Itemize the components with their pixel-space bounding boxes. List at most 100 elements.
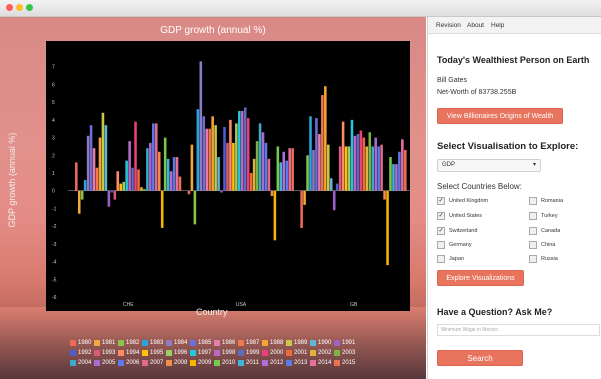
bar — [205, 128, 209, 191]
bar — [386, 190, 389, 266]
y-axis-label: GDP growth (annual %) — [7, 132, 17, 228]
search-button[interactable]: Search — [437, 350, 523, 366]
minimize-window-icon[interactable] — [16, 4, 23, 11]
bar — [246, 118, 250, 191]
legend-item: 1986 — [214, 340, 235, 346]
y-tick-label: -3 — [52, 242, 57, 248]
chevron-down-icon: ▾ — [532, 162, 536, 168]
legend-label: 1982 — [126, 340, 140, 346]
checkbox-box[interactable] — [437, 241, 445, 249]
chart-title: GDP growth (annual %) — [160, 25, 266, 36]
bar — [137, 169, 140, 191]
explore-title: Select Visualisation to Explore: — [437, 141, 579, 152]
bar — [140, 187, 143, 191]
legend-label: 2008 — [174, 360, 188, 366]
bar — [392, 164, 395, 191]
checkbox-box[interactable] — [529, 227, 537, 235]
legend-swatch — [262, 350, 268, 356]
legend-item: 1985 — [190, 340, 211, 346]
checkbox-turkey[interactable]: Turkey — [529, 212, 558, 220]
bar — [166, 158, 170, 191]
checkbox-box[interactable]: ✓ — [437, 197, 445, 205]
legend-swatch — [166, 340, 172, 346]
bar — [300, 190, 303, 228]
menu-about[interactable]: About — [467, 22, 484, 29]
menu-revision[interactable]: Revision — [436, 22, 461, 29]
bar — [321, 95, 324, 191]
legend-swatch — [262, 340, 268, 346]
legend-item: 2005 — [94, 360, 115, 366]
bar — [282, 151, 286, 191]
checkbox-russia[interactable]: Russia — [529, 255, 558, 263]
y-tick-label: 4 — [52, 118, 55, 124]
view-origins-button[interactable]: View Billionaires Origins of Wealth — [437, 108, 563, 124]
bar — [252, 158, 256, 191]
legend-item: 2002 — [310, 350, 331, 356]
legend-swatch — [214, 340, 220, 346]
legend-label: 1985 — [198, 340, 212, 346]
checkbox-romania[interactable]: Romania — [529, 197, 563, 205]
checkbox-box[interactable]: ✓ — [437, 212, 445, 220]
checkbox-switzerland[interactable]: ✓ Switzerland — [437, 227, 477, 235]
legend-item: 1995 — [142, 350, 163, 356]
legend-swatch — [310, 350, 316, 356]
legend-label: 1994 — [126, 350, 140, 356]
bar — [332, 190, 336, 211]
bar — [143, 188, 146, 191]
bar — [324, 86, 327, 191]
checkbox-china[interactable]: China — [529, 241, 555, 249]
bar — [329, 178, 333, 191]
y-tick-label: -5 — [52, 277, 57, 283]
legend-label: 1987 — [246, 340, 260, 346]
checkbox-box[interactable] — [529, 255, 537, 263]
bar — [208, 128, 211, 191]
explore-visualizations-button[interactable]: Explore Visualizations — [437, 270, 524, 286]
select-value: GDP — [442, 162, 456, 168]
checkbox-label: Switzerland — [449, 228, 478, 234]
legend-item: 1991 — [334, 340, 355, 346]
checkbox-label: China — [541, 242, 556, 248]
legend-swatch — [310, 340, 316, 346]
legend-item: 2010 — [214, 360, 235, 366]
legend-label: 2007 — [150, 360, 164, 366]
maximize-window-icon[interactable] — [26, 4, 33, 11]
checkbox-label: Japan — [449, 256, 464, 262]
bar — [220, 190, 223, 193]
checkbox-box[interactable]: ✓ — [437, 227, 445, 235]
legend-item: 1992 — [70, 350, 91, 356]
legend-item: 1984 — [166, 340, 187, 346]
legend-swatch — [118, 360, 124, 366]
legend-swatch — [142, 350, 148, 356]
bar — [258, 123, 262, 191]
bar — [155, 123, 158, 191]
checkbox-canada[interactable]: Canada — [529, 227, 560, 235]
close-window-icon[interactable] — [6, 4, 13, 11]
question-input[interactable]: Minimum Wage in Mexico — [437, 324, 600, 336]
legend-label: 2006 — [126, 360, 140, 366]
checkbox-box[interactable] — [529, 212, 537, 220]
checkbox-germany[interactable]: Germany — [437, 241, 472, 249]
checkbox-japan[interactable]: Japan — [437, 255, 464, 263]
menu-help[interactable]: Help — [491, 22, 504, 29]
legend-label: 1999 — [246, 350, 260, 356]
checkbox-box[interactable] — [437, 255, 445, 263]
bar — [371, 146, 375, 191]
y-tick-label: -1 — [52, 206, 57, 212]
legend-item: 2009 — [190, 360, 211, 366]
legend-label: 1996 — [174, 350, 188, 356]
checkbox-box[interactable] — [529, 241, 537, 249]
legend-swatch — [70, 340, 76, 346]
bar — [86, 135, 90, 191]
legend-item: 1993 — [94, 350, 115, 356]
legend-swatch — [142, 360, 148, 366]
visualisation-select[interactable]: GDP ▾ — [437, 159, 541, 172]
checkbox-united-kingdom[interactable]: ✓ United Kingdom — [437, 197, 488, 205]
bar — [241, 111, 244, 191]
checkbox-label: Canada — [541, 228, 561, 234]
bar — [149, 142, 152, 191]
checkbox-box[interactable] — [529, 197, 537, 205]
legend-label: 1980 — [78, 340, 92, 346]
bar — [116, 171, 120, 191]
checkbox-united-states[interactable]: ✓ United States — [437, 212, 482, 220]
legend-item: 2014 — [310, 360, 331, 366]
